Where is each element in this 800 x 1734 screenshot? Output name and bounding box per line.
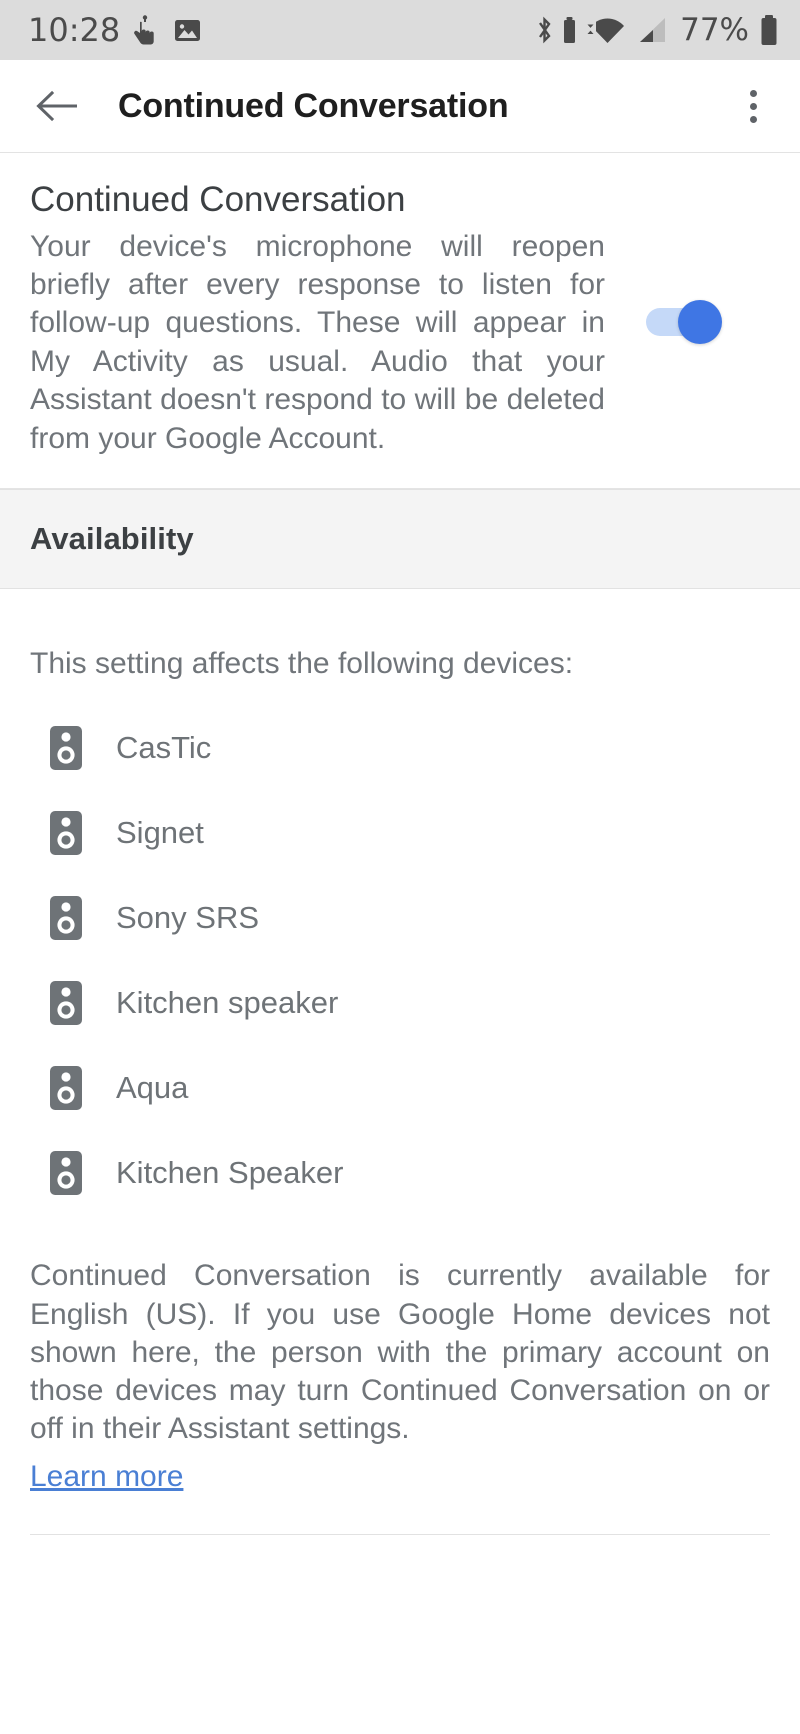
availability-header-label: Availability	[30, 521, 194, 557]
device-name: CasTic	[116, 729, 212, 765]
availability-section-header: Availability	[0, 489, 800, 590]
device-list: CasTic Signet Sony SRS Kitchen speaker A…	[30, 705, 770, 1215]
continued-conversation-toggle[interactable]	[646, 299, 724, 344]
list-item[interactable]: Sony SRS	[30, 875, 770, 960]
device-name: Sony SRS	[116, 899, 260, 935]
speaker-icon	[48, 1149, 84, 1197]
list-item[interactable]: Kitchen speaker	[30, 960, 770, 1045]
speaker-icon	[48, 809, 84, 857]
toggle-thumb	[678, 299, 722, 344]
bluetooth-icon	[535, 15, 554, 45]
list-item[interactable]: CasTic	[30, 705, 770, 790]
more-vert-icon	[749, 115, 757, 123]
small-battery-icon	[563, 16, 576, 44]
touch-pointer-icon	[134, 15, 160, 45]
list-item[interactable]: Aqua	[30, 1045, 770, 1130]
device-name: Signet	[116, 814, 204, 850]
device-name: Kitchen speaker	[116, 984, 339, 1020]
setting-title: Continued Conversation	[30, 180, 406, 219]
app-screen: 10:28 77% Continued Conversation Continu…	[0, 0, 800, 1734]
availability-footer-note: Continued Conversation is currently avai…	[30, 1259, 770, 1445]
status-clock: 10:28	[28, 11, 121, 49]
content-tail-space	[0, 1535, 800, 1734]
settings-content: Continued Conversation Your device's mic…	[0, 153, 800, 1734]
battery-icon	[760, 14, 778, 46]
setting-text-block: Continued Conversation Your device's mic…	[30, 179, 625, 458]
status-bar-left: 10:28	[28, 11, 535, 49]
overflow-menu-button[interactable]	[728, 76, 778, 136]
speaker-icon	[48, 894, 84, 942]
page-title: Continued Conversation	[118, 86, 509, 125]
devices-intro-text: This setting affects the following devic…	[30, 647, 574, 681]
speaker-icon	[48, 724, 84, 772]
battery-percent-label: 77%	[680, 12, 749, 48]
continued-conversation-setting-row[interactable]: Continued Conversation Your device's mic…	[0, 153, 800, 490]
availability-body: This setting affects the following devic…	[0, 589, 800, 1536]
speaker-icon	[48, 1064, 84, 1112]
learn-more-link[interactable]: Learn more	[30, 1460, 183, 1494]
status-bar: 10:28 77%	[0, 0, 800, 60]
list-item[interactable]: Kitchen Speaker	[30, 1130, 770, 1215]
photo-icon	[174, 17, 201, 44]
setting-description: Your device's microphone will reopen bri…	[30, 229, 605, 455]
back-button[interactable]	[30, 79, 84, 133]
app-bar: Continued Conversation	[0, 60, 800, 153]
status-bar-right: 77%	[535, 12, 778, 48]
wifi-icon	[585, 15, 627, 45]
toggle-container	[625, 299, 745, 344]
device-name: Aqua	[116, 1069, 189, 1105]
list-item[interactable]: Signet	[30, 790, 770, 875]
cellular-signal-icon	[636, 15, 668, 45]
arrow-back-icon	[36, 90, 77, 122]
more-vert-icon	[749, 102, 757, 110]
device-name: Kitchen Speaker	[116, 1154, 344, 1190]
speaker-icon	[48, 979, 84, 1027]
more-vert-icon	[749, 89, 757, 97]
